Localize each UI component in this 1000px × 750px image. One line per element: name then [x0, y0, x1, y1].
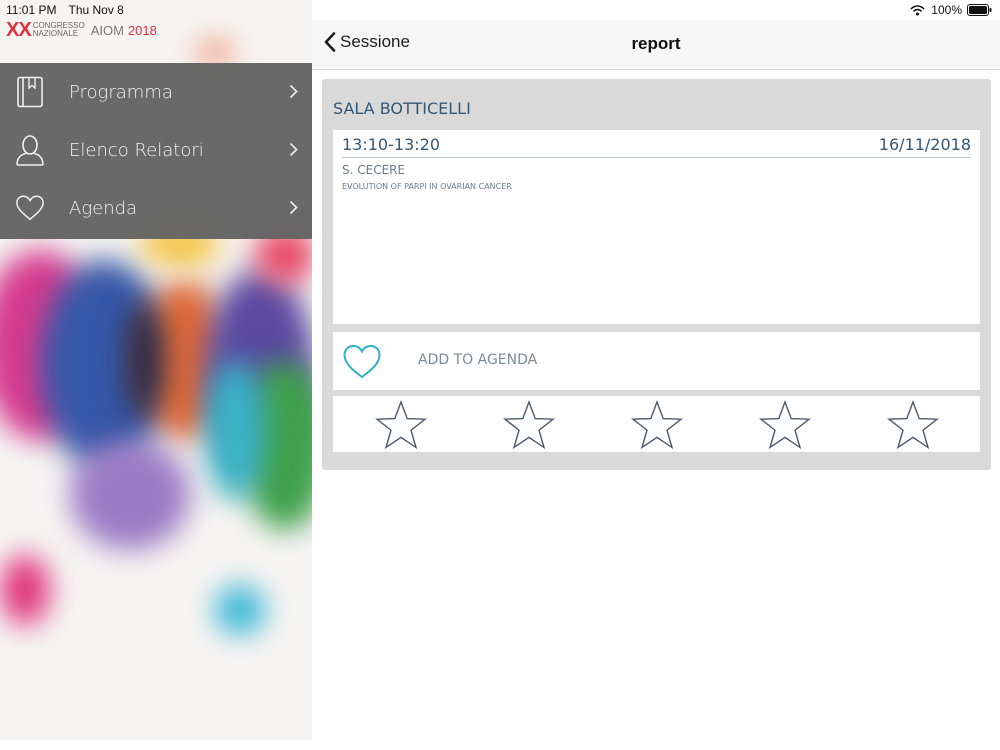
menu-item-label: Programma [69, 81, 173, 103]
star-icon[interactable] [887, 399, 939, 450]
menu-item-label: Agenda [69, 197, 138, 219]
session-date: 16/11/2018 [878, 135, 971, 154]
rating-stars [333, 396, 980, 452]
wifi-icon [910, 4, 925, 16]
menu-item-programma[interactable]: Programma [0, 63, 312, 121]
heart-outline-icon [342, 344, 382, 385]
session-card: SALA BOTTICELLI 13:10-13:20 16/11/2018 S… [322, 79, 991, 470]
status-bar-right: 100% [910, 3, 992, 17]
room-name: SALA BOTTICELLI [333, 99, 471, 118]
background-art [195, 40, 235, 65]
status-date: Thu Nov 8 [68, 3, 124, 17]
congress-logo: XX CONGRESSO NAZIONALE AIOM 2018 [6, 19, 157, 41]
background-art [215, 585, 265, 635]
menu-item-agenda[interactable]: Agenda [0, 179, 312, 237]
background-art [0, 555, 50, 625]
logo-year: 2018 [127, 22, 157, 38]
logo-mark: XX [6, 19, 32, 41]
background-art [125, 300, 165, 420]
session-detail: 13:10-13:20 16/11/2018 S. CECERE EVOLUTI… [333, 130, 980, 324]
talk-title: EVOLUTION OF PARPI IN OVARIAN CANCER [342, 182, 512, 191]
star-icon[interactable] [375, 399, 427, 450]
speaker-name: S. CECERE [342, 163, 406, 177]
star-icon[interactable] [631, 399, 683, 450]
logo-line-2: NAZIONALE [32, 29, 79, 38]
book-icon [15, 75, 45, 109]
side-panel: 11:01 PM Thu Nov 8 XX CONGRESSO NAZIONALE… [0, 0, 312, 740]
side-menu: Programma Elenco Relatori Agenda [0, 63, 312, 239]
chevron-right-icon [289, 142, 298, 162]
chevron-right-icon [289, 84, 298, 104]
navigation-bar: Sessione report [312, 20, 1000, 70]
logo-name: AIOM [90, 22, 124, 38]
star-icon[interactable] [503, 399, 555, 450]
chevron-right-icon [289, 200, 298, 220]
status-bar-left: 11:01 PM Thu Nov 8 [6, 3, 136, 17]
logo-subtitle: CONGRESSO NAZIONALE [33, 22, 85, 38]
status-time: 11:01 PM [6, 3, 57, 17]
background-art [205, 360, 265, 500]
session-time: 13:10-13:20 [342, 135, 440, 154]
background-art [70, 440, 190, 550]
divider [342, 157, 971, 158]
add-to-agenda-label: ADD TO AGENDA [418, 352, 538, 368]
star-icon[interactable] [759, 399, 811, 450]
page-title: report [631, 34, 681, 53]
battery-percent: 100% [931, 3, 962, 17]
menu-item-label: Elenco Relatori [69, 139, 204, 161]
person-icon [15, 133, 45, 167]
add-to-agenda-button[interactable]: ADD TO AGENDA [333, 332, 980, 390]
battery-icon [967, 4, 992, 16]
heart-icon [15, 191, 45, 225]
menu-item-elenco-relatori[interactable]: Elenco Relatori [0, 121, 312, 179]
